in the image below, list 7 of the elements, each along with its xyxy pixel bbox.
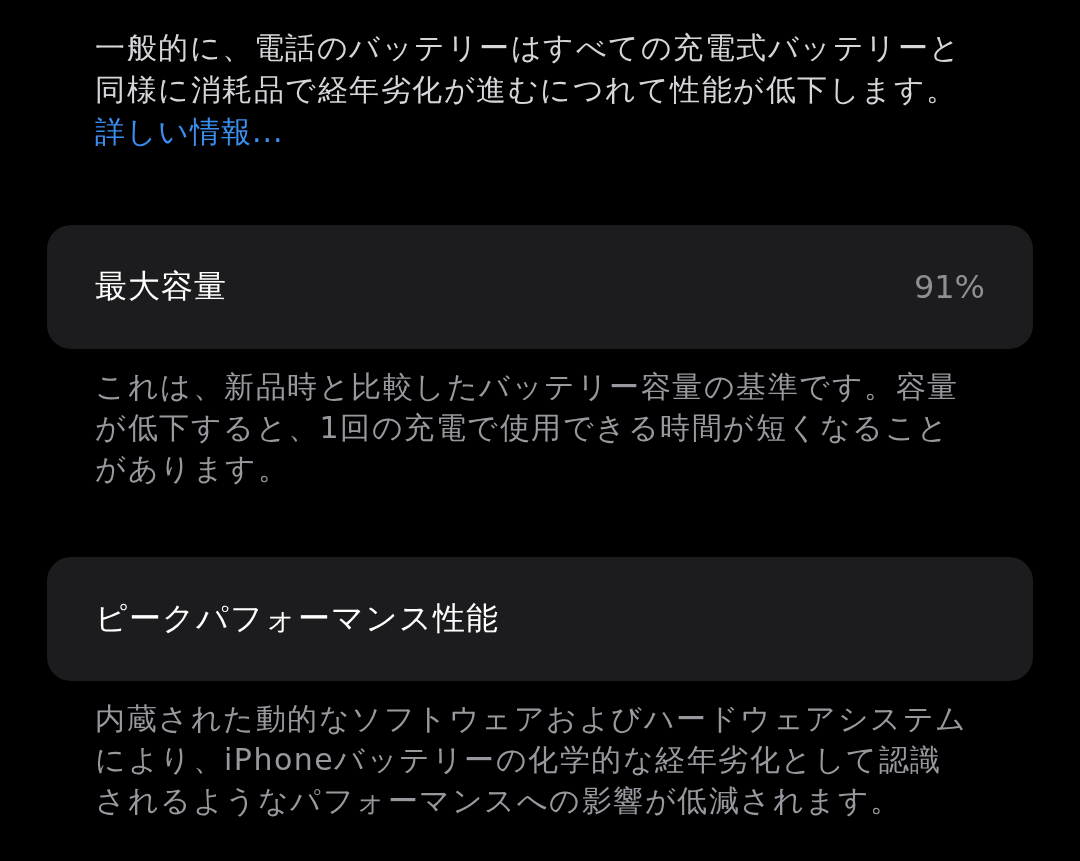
description-text: 一般的に、電話のバッテリーはすべての充電式バッテリーと 同様に消耗品で経年劣化が進むにつれて性能が低下します。 — [95, 29, 962, 109]
row-label: ピークパフォーマンス性能 — [95, 598, 499, 639]
learn-more-link[interactable]: 詳しい情報... — [95, 111, 284, 153]
footer-text: これは、新品時と比較したバッテリー容量の基準です。容量 が低下すると、1回の充電で使用できる時間が短くなること があります。 — [95, 368, 960, 488]
row-value: 91% — [913, 268, 985, 306]
row-label: 最大容量 — [95, 266, 227, 307]
footer-text: 内蔵された動的なソフトウェアおよびハードウェアシステム により、iPhoneバッテリーの化学的な経年劣化として認識 されるようなパフォーマンスへの影響が低減されます。 — [95, 700, 969, 820]
